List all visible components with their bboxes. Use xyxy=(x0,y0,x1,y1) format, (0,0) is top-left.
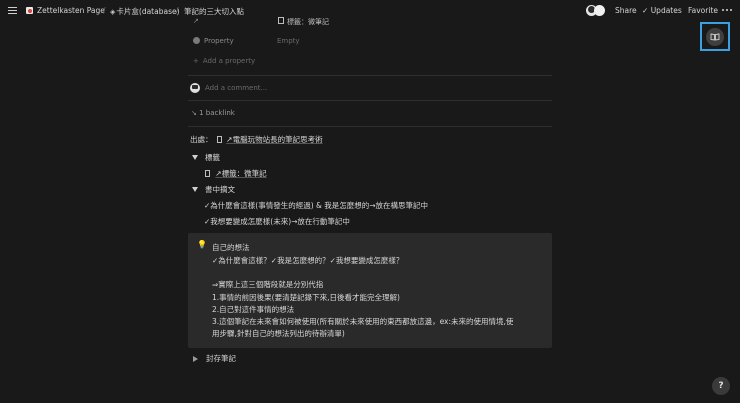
property-label: Property xyxy=(204,37,234,45)
reader-mode-button[interactable] xyxy=(700,22,730,51)
tag-link-row[interactable]: ↗標籤：微筆記 xyxy=(205,168,267,179)
source-line: 出處： ↗電腦玩物站長的筆記思考術 xyxy=(190,135,323,144)
breadcrumb-zettelkasten[interactable]: Zettelkasten Page xyxy=(26,6,105,15)
add-property-button[interactable]: + Add a property xyxy=(193,57,255,65)
breadcrumb-label: Zettelkasten Page xyxy=(37,6,105,15)
callout-line: ✓為什麼會這樣？✓我是怎麼想的？✓我想要變成怎麼樣？ xyxy=(212,256,404,265)
page-icon xyxy=(216,136,222,143)
backlinks-toggle[interactable]: ↘ 1 backlink xyxy=(191,109,235,117)
breadcrumb-label: 卡片盒(database) xyxy=(116,7,180,16)
updates-button[interactable]: ✓ Updates xyxy=(642,6,682,15)
tags-property-icon: ↗ xyxy=(193,17,199,25)
favorite-button[interactable]: Favorite xyxy=(688,6,718,15)
toggle-excerpt[interactable]: 書中摘文 xyxy=(192,184,235,195)
gear-icon xyxy=(193,37,200,44)
check-icon: ✓ xyxy=(642,6,649,15)
breadcrumb-label: 筆記的三大切入點 xyxy=(184,7,244,16)
page-link-icon xyxy=(278,17,284,24)
callout-title: 自己的想法 xyxy=(212,243,250,252)
share-button[interactable]: Share xyxy=(615,6,637,15)
property-row-tags[interactable]: ↗ xyxy=(193,17,199,25)
toggle-tags[interactable]: 標籤 xyxy=(192,152,220,163)
divider xyxy=(188,126,552,127)
help-button[interactable]: ? xyxy=(712,377,730,395)
lightbulb-icon: 💡 xyxy=(197,240,207,249)
callout-line: 1.事情的前因後果(要清楚記錄下來,日後看才能完全理解) xyxy=(212,293,400,302)
more-options-icon[interactable] xyxy=(722,9,732,11)
excerpt-line: ✓為什麼會這樣(事情發生的經過) & 我是怎麼想的→放在構思筆記中 xyxy=(204,201,429,210)
comment-input[interactable]: Add a comment... xyxy=(205,84,267,92)
avatar xyxy=(190,83,200,93)
breadcrumb-database[interactable]: ◈ 卡片盒(database) xyxy=(110,6,180,17)
backlink-arrow-icon: ↘ xyxy=(191,109,197,117)
toggle-open-icon[interactable] xyxy=(192,187,198,192)
breadcrumb-separator: / xyxy=(103,6,106,15)
breadcrumb-separator: / xyxy=(176,6,179,15)
callout-line: ⇒實際上這三個階段就是分別代指 xyxy=(212,280,324,289)
toggle-closed-icon[interactable] xyxy=(193,355,198,362)
toggle-archive[interactable]: 封存筆記 xyxy=(193,353,236,364)
excerpt-line: ✓我想要變成怎麼樣(未來)→放在行動筆記中 xyxy=(204,217,350,226)
property-row[interactable]: Property xyxy=(193,37,234,45)
comment-row[interactable]: Add a comment... xyxy=(190,83,267,93)
callout-line: 3.這個筆記在未來會如何被使用(所有關於未來使用的東西都放這邊，ex:未來的使用… xyxy=(212,317,514,326)
avatar[interactable] xyxy=(586,5,606,16)
tag-page-link[interactable]: ↗標籤：微筆記 xyxy=(215,169,266,178)
page-icon xyxy=(205,170,210,177)
plus-icon: + xyxy=(193,57,199,65)
property-value-empty[interactable]: Empty xyxy=(277,37,300,45)
divider xyxy=(188,75,552,76)
callout-line: 2.自己對這件事情的想法 xyxy=(212,305,295,314)
divider xyxy=(188,100,552,101)
source-page-link[interactable]: ↗電腦玩物站長的筆記思考術 xyxy=(226,135,322,144)
toggle-open-icon[interactable] xyxy=(192,155,198,160)
breadcrumb-current-page[interactable]: 筆記的三大切入點 xyxy=(184,6,244,17)
top-bar: Zettelkasten Page / ◈ 卡片盒(database) / 筆記… xyxy=(0,0,740,22)
property-tags-value[interactable]: 標籤：微筆記 xyxy=(278,17,329,27)
book-icon xyxy=(706,27,724,46)
page-icon xyxy=(26,7,33,14)
tag-icon: ◈ xyxy=(110,7,116,16)
sidebar-menu-icon[interactable] xyxy=(8,7,17,14)
callout-line: 用步驟,針對自己的想法列出的待辦清單) xyxy=(212,329,345,338)
